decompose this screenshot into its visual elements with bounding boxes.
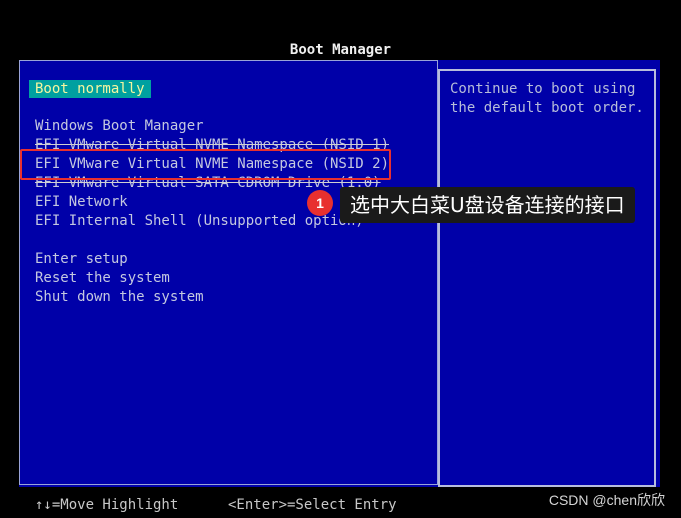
menu-item-efi-network[interactable]: EFI Network [35,193,128,212]
menu-item-windows-boot-manager[interactable]: Windows Boot Manager [35,117,204,136]
menu-item-reset-system[interactable]: Reset the system [35,269,170,288]
help-text: Continue to boot using the default boot … [450,81,644,116]
page-title: Boot Manager [289,42,392,58]
footer-select-hint: <Enter>=Select Entry [228,497,397,513]
footer-move-hint: ↑↓=Move Highlight [35,497,179,513]
menu-item-shut-down[interactable]: Shut down the system [35,288,204,307]
annotation-badge: 1 [307,190,333,216]
annotation-highlight-box [20,149,391,180]
menu-item-boot-normally[interactable]: Boot normally [29,80,151,98]
menu-item-enter-setup[interactable]: Enter setup [35,250,128,269]
help-frame [438,69,656,487]
watermark: CSDN @chen欣欣 [548,492,665,508]
annotation-label: 选中大白菜U盘设备连接的接口 [340,187,635,223]
